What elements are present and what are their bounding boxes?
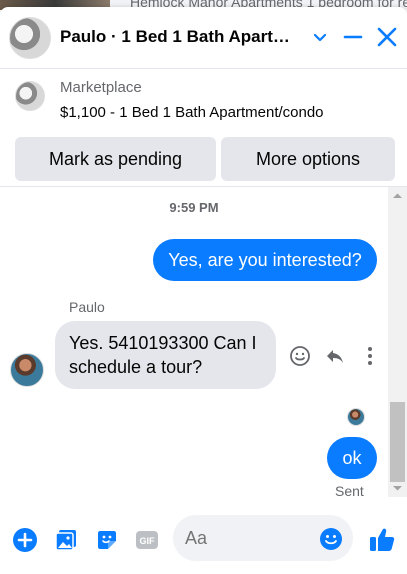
- scrollbar-thumb[interactable]: [390, 402, 405, 482]
- mark-as-pending-button[interactable]: Mark as pending: [15, 137, 216, 181]
- close-icon[interactable]: [375, 25, 399, 49]
- outgoing-message[interactable]: ok: [327, 437, 377, 479]
- gif-icon[interactable]: GIF: [134, 527, 160, 553]
- scroll-up-arrow-icon[interactable]: [388, 189, 407, 203]
- add-icon[interactable]: [12, 527, 38, 553]
- sticker-icon[interactable]: [94, 527, 120, 553]
- marketplace-listing: Marketplace $1,100 - 1 Bed 1 Bath Apartm…: [0, 69, 407, 187]
- chat-window: Paulo · 1 Bed 1 Bath Apart… Marketplace …: [0, 7, 407, 574]
- sender-name: Paulo: [69, 299, 105, 315]
- incoming-message[interactable]: Yes. 5410193300 Can I schedule a tour?: [55, 321, 276, 389]
- composer-bar: GIF: [0, 507, 407, 574]
- reply-icon[interactable]: [323, 344, 347, 368]
- emoji-icon[interactable]: [319, 527, 343, 551]
- react-emoji-icon[interactable]: [288, 344, 312, 368]
- more-options-button[interactable]: More options: [221, 137, 395, 181]
- listing-title[interactable]: $1,100 - 1 Bed 1 Bath Apartment/condo: [60, 104, 324, 121]
- listing-source: Marketplace: [60, 79, 142, 96]
- delivery-status: Sent: [335, 483, 364, 499]
- more-actions-icon[interactable]: [358, 344, 382, 368]
- minimize-icon[interactable]: [341, 25, 365, 49]
- message-list[interactable]: 9:59 PM Yes, are you interested? Paulo Y…: [0, 187, 407, 499]
- outgoing-message[interactable]: Yes, are you interested?: [153, 239, 377, 281]
- scroll-down-arrow-icon[interactable]: [388, 481, 407, 495]
- message-timestamp: 9:59 PM: [169, 200, 219, 215]
- chat-title[interactable]: Paulo · 1 Bed 1 Bath Apart…: [60, 27, 290, 47]
- listing-avatar: [9, 17, 51, 59]
- scrollbar[interactable]: [388, 187, 407, 497]
- chat-header[interactable]: Paulo · 1 Bed 1 Bath Apart…: [0, 7, 407, 69]
- thumbs-up-icon[interactable]: [368, 525, 396, 553]
- photo-icon[interactable]: [53, 527, 79, 553]
- listing-thumbnail: [15, 81, 45, 111]
- contact-avatar[interactable]: [10, 353, 44, 387]
- svg-text:GIF: GIF: [140, 536, 156, 546]
- seen-avatar: [347, 408, 365, 426]
- chevron-down-icon[interactable]: [308, 25, 332, 49]
